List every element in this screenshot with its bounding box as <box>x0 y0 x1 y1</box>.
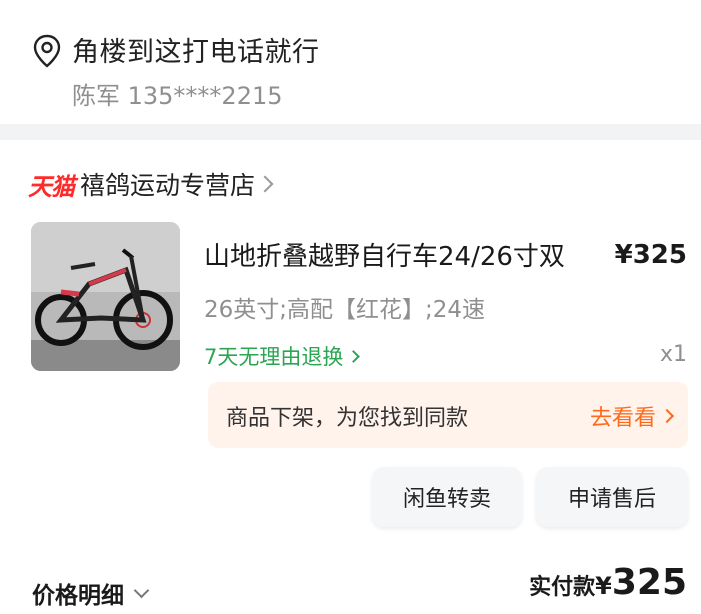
section-divider <box>0 124 701 140</box>
product-sku: 26英寸;高配【红花】;24速 <box>204 297 486 323</box>
product-price: ¥325 <box>614 240 687 270</box>
resell-button[interactable]: 闲鱼转卖 <box>372 467 522 527</box>
paid-currency: ¥ <box>595 572 612 600</box>
chevron-right-icon <box>256 175 274 193</box>
product-quantity: x1 <box>659 342 687 367</box>
order-card <box>0 140 701 614</box>
paid-amount: 325 <box>611 562 687 603</box>
see-similar-label: 去看看 <box>589 406 656 431</box>
address-section[interactable]: 角楼到这打电话就行 陈军 135****2215 <box>0 0 701 122</box>
paid-label: 实付款 <box>529 575 596 600</box>
chevron-right-icon <box>347 349 361 363</box>
product-image[interactable] <box>31 222 180 371</box>
price-detail-label: 价格明细 <box>32 583 124 609</box>
chevron-right-icon <box>659 408 675 424</box>
delisted-message: 商品下架，为您找到同款 <box>226 406 469 431</box>
tmall-logo: 天猫 <box>28 172 75 201</box>
location-pin-icon <box>33 34 61 68</box>
delisted-notice[interactable]: 商品下架，为您找到同款 去看看 <box>208 382 688 448</box>
bicycle-image <box>31 222 180 371</box>
recipient-contact: 陈军 135****2215 <box>72 82 283 110</box>
shop-name: 禧鸽运动专营店 <box>80 171 256 200</box>
chevron-down-icon <box>133 582 150 598</box>
refund-policy-label: 7天无理由退换 <box>204 345 344 369</box>
price-detail-toggle[interactable]: 价格明细 <box>32 576 150 610</box>
refund-policy-link[interactable]: 7天无理由退换 <box>204 341 361 371</box>
see-similar-link[interactable]: 去看看 <box>589 400 675 432</box>
delivery-address: 角楼到这打电话就行 <box>72 37 320 68</box>
shop-header[interactable]: 天猫 禧鸽运动专营店 <box>28 166 274 202</box>
paid-amount-row: 实付款 ¥ 325 <box>529 562 687 603</box>
after-sale-button[interactable]: 申请售后 <box>536 467 688 527</box>
product-title[interactable]: 山地折叠越野自行车24/26寸双 <box>204 236 565 273</box>
